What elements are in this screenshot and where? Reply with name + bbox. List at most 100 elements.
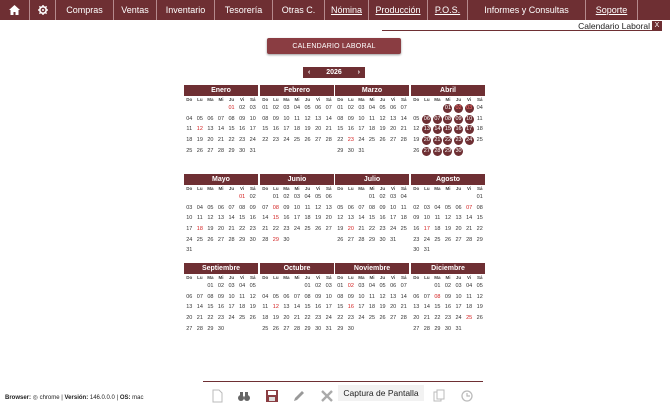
day-cell[interactable]: 14 (323, 114, 334, 125)
day-cell[interactable]: 09 (453, 114, 464, 125)
day-cell[interactable]: 05 (271, 292, 282, 303)
day-cell[interactable]: 11 (398, 203, 409, 214)
day-cell[interactable]: 12 (302, 114, 313, 125)
day-cell[interactable]: 30 (313, 324, 324, 335)
day-cell[interactable]: 20 (313, 124, 324, 135)
day-cell[interactable]: 12 (335, 213, 346, 224)
day-cell[interactable]: 07 (464, 203, 475, 214)
day-cell[interactable]: 29 (432, 324, 443, 335)
day-cell[interactable]: 10 (247, 114, 258, 125)
day-cell[interactable]: 31 (422, 245, 433, 256)
day-cell[interactable]: 19 (443, 224, 454, 235)
day-cell[interactable]: 11 (195, 213, 206, 224)
day-cell[interactable]: 10 (226, 292, 237, 303)
day-cell[interactable]: 20 (388, 124, 399, 135)
day-cell[interactable]: 18 (184, 135, 195, 146)
day-cell[interactable]: 03 (281, 103, 292, 114)
day-cell[interactable]: 23 (453, 135, 464, 146)
day-cell[interactable]: 12 (313, 203, 324, 214)
day-cell[interactable]: 24 (388, 224, 399, 235)
day-cell[interactable]: 21 (432, 135, 443, 146)
day-cell[interactable]: 15 (226, 124, 237, 135)
day-cell[interactable]: 30 (453, 146, 464, 157)
copy-icon[interactable] (432, 389, 446, 403)
day-cell[interactable]: 26 (271, 324, 282, 335)
day-cell[interactable]: 05 (313, 192, 324, 203)
day-cell[interactable]: 18 (237, 302, 248, 313)
day-cell[interactable]: 11 (464, 292, 475, 303)
day-cell[interactable]: 16 (443, 302, 454, 313)
day-cell[interactable]: 17 (281, 124, 292, 135)
day-cell[interactable]: 27 (281, 324, 292, 335)
day-cell[interactable]: 16 (313, 302, 324, 313)
day-cell[interactable]: 12 (195, 124, 206, 135)
day-cell[interactable]: 18 (367, 302, 378, 313)
day-cell[interactable]: 21 (226, 224, 237, 235)
day-cell[interactable]: 14 (398, 114, 409, 125)
day-cell[interactable]: 02 (313, 281, 324, 292)
day-cell[interactable]: 08 (367, 203, 378, 214)
day-cell[interactable]: 06 (388, 281, 399, 292)
day-cell[interactable]: 30 (281, 235, 292, 246)
day-cell[interactable]: 17 (356, 302, 367, 313)
day-cell[interactable]: 12 (377, 114, 388, 125)
day-cell[interactable]: 08 (271, 203, 282, 214)
day-cell[interactable]: 17 (422, 224, 433, 235)
day-cell[interactable]: 07 (260, 203, 271, 214)
day-cell[interactable]: 05 (335, 203, 346, 214)
day-cell[interactable]: 12 (205, 213, 216, 224)
day-cell[interactable]: 05 (443, 203, 454, 214)
day-cell[interactable]: 12 (271, 302, 282, 313)
day-cell[interactable]: 18 (292, 124, 303, 135)
day-cell[interactable]: 20 (453, 224, 464, 235)
day-cell[interactable]: 31 (323, 324, 334, 335)
day-cell[interactable]: 14 (464, 213, 475, 224)
day-cell[interactable]: 15 (335, 124, 346, 135)
day-cell[interactable]: 21 (195, 313, 206, 324)
day-cell[interactable]: 31 (453, 324, 464, 335)
day-cell[interactable]: 31 (388, 235, 399, 246)
day-cell[interactable]: 17 (356, 124, 367, 135)
day-cell[interactable]: 30 (443, 324, 454, 335)
day-cell[interactable]: 04 (260, 292, 271, 303)
day-cell[interactable]: 11 (237, 292, 248, 303)
day-cell[interactable]: 09 (346, 292, 357, 303)
day-cell[interactable]: 16 (271, 124, 282, 135)
day-cell[interactable]: 27 (388, 135, 399, 146)
prev-year-arrow-icon[interactable]: ‹ (308, 69, 310, 76)
day-cell[interactable]: 08 (205, 292, 216, 303)
day-cell[interactable]: 25 (184, 146, 195, 157)
day-cell[interactable]: 13 (388, 114, 399, 125)
day-cell[interactable]: 03 (388, 192, 399, 203)
day-cell[interactable]: 19 (247, 302, 258, 313)
day-cell[interactable]: 21 (323, 124, 334, 135)
day-cell[interactable]: 10 (422, 213, 433, 224)
day-cell[interactable]: 31 (247, 146, 258, 157)
day-cell[interactable]: 22 (302, 313, 313, 324)
day-cell[interactable]: 01 (205, 281, 216, 292)
day-cell[interactable]: 22 (367, 224, 378, 235)
day-cell[interactable]: 21 (356, 224, 367, 235)
day-cell[interactable]: 10 (356, 114, 367, 125)
day-cell[interactable]: 01 (443, 103, 454, 114)
day-cell[interactable]: 09 (271, 114, 282, 125)
day-cell[interactable]: 28 (356, 235, 367, 246)
day-cell[interactable]: 18 (432, 224, 443, 235)
day-cell[interactable]: 09 (346, 114, 357, 125)
day-cell[interactable]: 10 (453, 292, 464, 303)
close-button[interactable]: X (652, 21, 662, 30)
day-cell[interactable]: 13 (281, 302, 292, 313)
day-cell[interactable]: 27 (346, 235, 357, 246)
day-cell[interactable]: 23 (216, 313, 227, 324)
day-cell[interactable]: 15 (271, 213, 282, 224)
day-cell[interactable]: 14 (195, 302, 206, 313)
day-cell[interactable]: 21 (464, 224, 475, 235)
day-cell[interactable]: 25 (367, 313, 378, 324)
day-cell[interactable]: 23 (313, 313, 324, 324)
day-cell[interactable]: 29 (205, 324, 216, 335)
day-cell[interactable]: 28 (464, 235, 475, 246)
day-cell[interactable]: 13 (453, 213, 464, 224)
nav-item-producción[interactable]: Producción (369, 0, 428, 20)
day-cell[interactable]: 06 (313, 103, 324, 114)
day-cell[interactable]: 04 (184, 114, 195, 125)
